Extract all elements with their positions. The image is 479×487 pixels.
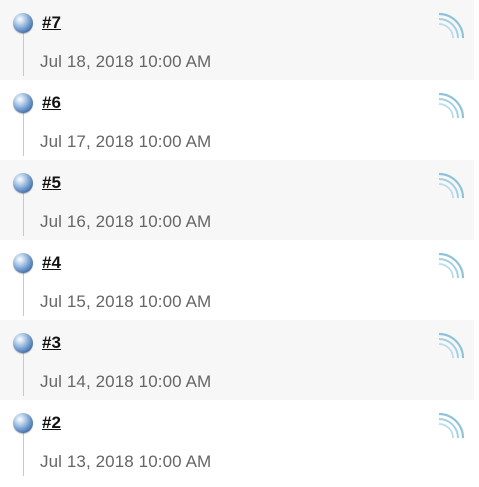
timeline-connector	[23, 266, 24, 316]
build-timestamp: Jul 17, 2018 10:00 AM	[40, 132, 212, 151]
rss-feed-icon[interactable]	[436, 10, 466, 40]
build-number-link[interactable]: #5	[42, 173, 61, 193]
rss-feed-icon[interactable]	[436, 90, 466, 120]
build-timestamp: Jul 14, 2018 10:00 AM	[40, 372, 212, 391]
build-timestamp: Jul 13, 2018 10:00 AM	[40, 452, 212, 471]
build-row: #3 Jul 14, 2018 10:00 AM	[0, 320, 474, 400]
blue-ball-icon	[13, 253, 33, 273]
build-row: #2 Jul 13, 2018 10:00 AM	[0, 400, 474, 480]
blue-ball-icon	[13, 333, 33, 353]
build-number-link[interactable]: #2	[42, 413, 61, 433]
timeline-connector	[23, 346, 24, 396]
build-timestamp: Jul 15, 2018 10:00 AM	[40, 292, 212, 311]
build-number-link[interactable]: #7	[42, 13, 61, 33]
build-number-link[interactable]: #3	[42, 333, 61, 353]
build-row: #6 Jul 17, 2018 10:00 AM	[0, 80, 474, 160]
blue-ball-icon	[13, 173, 33, 193]
timeline-connector	[23, 426, 24, 476]
blue-ball-icon	[13, 13, 33, 33]
build-row: #4 Jul 15, 2018 10:00 AM	[0, 240, 474, 320]
rss-feed-icon[interactable]	[436, 250, 466, 280]
build-row: #5 Jul 16, 2018 10:00 AM	[0, 160, 474, 240]
blue-ball-icon	[13, 413, 33, 433]
timeline-connector	[23, 106, 24, 156]
timeline-connector	[23, 26, 24, 76]
build-history-list: #7 Jul 18, 2018 10:00 AM #6 Jul 17, 2018…	[0, 0, 479, 487]
build-timestamp: Jul 16, 2018 10:00 AM	[40, 212, 212, 231]
build-number-link[interactable]: #6	[42, 93, 61, 113]
build-row: #7 Jul 18, 2018 10:00 AM	[0, 0, 474, 80]
timeline-connector	[23, 186, 24, 236]
build-timestamp: Jul 18, 2018 10:00 AM	[40, 52, 212, 71]
build-number-link[interactable]: #4	[42, 253, 61, 273]
rss-feed-icon[interactable]	[436, 330, 466, 360]
rss-feed-icon[interactable]	[436, 170, 466, 200]
rss-feed-icon[interactable]	[436, 410, 466, 440]
blue-ball-icon	[13, 93, 33, 113]
